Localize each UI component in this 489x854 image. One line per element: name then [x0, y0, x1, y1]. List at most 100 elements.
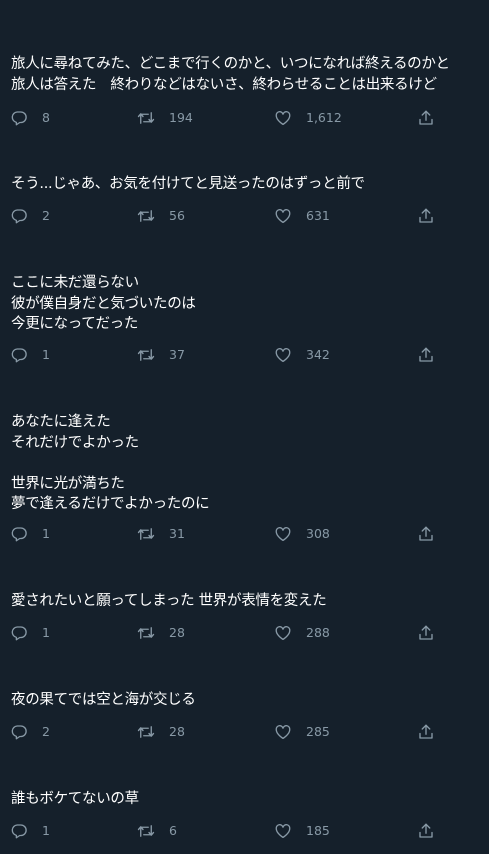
tweet[interactable]: ここに未だ還らない 彼が僕自身だと気づいたのは 今更になってだった 1 37 3… — [0, 273, 489, 373]
reply-button[interactable]: 1 — [10, 345, 50, 365]
tweet-actions: 1 37 342 — [0, 345, 489, 365]
tweet-text-line: それだけでよかった — [11, 434, 139, 451]
reply-icon — [10, 109, 28, 127]
tweet-text-line: 夜の果てでは空と海が交じる — [11, 692, 196, 708]
tweet-text: 愛されたいと願ってしまった 世界が表情を変えた — [11, 591, 485, 612]
reply-count: 1 — [42, 347, 50, 362]
retweet-icon — [137, 822, 155, 840]
retweet-count: 6 — [169, 823, 177, 838]
tweet-text-line: 旅人に尋ねてみた、どこまで行くのかと、いつになれば終えるのかと — [11, 56, 450, 72]
reply-button[interactable]: 1 — [10, 524, 50, 544]
reply-count: 2 — [42, 208, 50, 223]
tweet-text-line: 誰もボケてないの草 — [11, 791, 139, 807]
reply-count: 8 — [42, 110, 50, 125]
reply-count: 1 — [42, 823, 50, 838]
share-button[interactable] — [417, 722, 435, 742]
like-button[interactable]: 308 — [274, 524, 330, 544]
retweet-icon — [137, 346, 155, 364]
like-button[interactable]: 631 — [274, 206, 330, 226]
retweet-icon — [137, 109, 155, 127]
share-icon — [417, 723, 435, 741]
retweet-icon — [137, 207, 155, 225]
share-icon — [417, 822, 435, 840]
tweet-text-line: 愛されたいと願ってしまった 世界が表情を変えた — [11, 593, 327, 609]
like-count: 285 — [306, 724, 330, 739]
like-button[interactable]: 1,612 — [274, 108, 342, 128]
tweet-text: 夜の果てでは空と海が交じる — [11, 690, 485, 711]
like-icon — [274, 723, 292, 741]
retweet-count: 28 — [169, 724, 185, 739]
like-count: 185 — [306, 823, 330, 838]
like-icon — [274, 525, 292, 543]
share-button[interactable] — [417, 206, 435, 226]
like-count: 342 — [306, 347, 330, 362]
like-button[interactable]: 288 — [274, 623, 330, 643]
tweet-text-line: 彼が僕自身だと気づいたのは — [11, 295, 196, 312]
like-button[interactable]: 185 — [274, 821, 330, 841]
tweet-text-line: 今更になってだった — [11, 316, 139, 332]
like-button[interactable]: 342 — [274, 345, 330, 365]
retweet-button[interactable]: 28 — [137, 722, 185, 742]
reply-count: 1 — [42, 526, 50, 541]
share-button[interactable] — [417, 821, 435, 841]
tweet-text-line: あなたに逢えた — [11, 414, 111, 430]
like-count: 1,612 — [306, 110, 342, 125]
share-icon — [417, 624, 435, 642]
like-count: 288 — [306, 625, 330, 640]
share-icon — [417, 525, 435, 543]
retweet-count: 31 — [169, 526, 185, 541]
like-icon — [274, 207, 292, 225]
share-button[interactable] — [417, 108, 435, 128]
retweet-count: 37 — [169, 347, 185, 362]
tweet[interactable]: 誰もボケてないの草 1 6 185 — [0, 789, 489, 849]
share-button[interactable] — [417, 623, 435, 643]
tweet-text: そう...じゃあ、お気を付けてと見送ったのはずっと前で — [11, 174, 485, 195]
tweet-text: 誰もボケてないの草 — [11, 789, 485, 810]
retweet-button[interactable]: 56 — [137, 206, 185, 226]
reply-button[interactable]: 1 — [10, 821, 50, 841]
tweet-text-line: 旅人は答えた 終わりなどはないさ、終わらせることは出来るけど — [11, 76, 437, 93]
tweet-actions: 2 56 631 — [0, 206, 489, 226]
retweet-count: 56 — [169, 208, 185, 223]
tweet[interactable]: 旅人に尋ねてみた、どこまで行くのかと、いつになれば終えるのかと 旅人は答えた 終… — [0, 54, 489, 134]
share-button[interactable] — [417, 524, 435, 544]
like-button[interactable]: 285 — [274, 722, 330, 742]
tweet-actions: 8 194 1,612 — [0, 108, 489, 128]
reply-button[interactable]: 1 — [10, 623, 50, 643]
reply-button[interactable]: 2 — [10, 206, 50, 226]
reply-icon — [10, 822, 28, 840]
reply-icon — [10, 624, 28, 642]
retweet-button[interactable]: 37 — [137, 345, 185, 365]
tweet-text-line: そう...じゃあ、お気を付けてと見送ったのはずっと前で — [11, 176, 365, 192]
tweet-text-line: 世界に光が満ちた — [11, 475, 125, 492]
retweet-button[interactable]: 194 — [137, 108, 193, 128]
reply-icon — [10, 723, 28, 741]
retweet-button[interactable]: 31 — [137, 524, 185, 544]
retweet-button[interactable]: 28 — [137, 623, 185, 643]
tweet[interactable]: 愛されたいと願ってしまった 世界が表情を変えた 1 28 288 — [0, 591, 489, 651]
tweet-actions: 1 31 308 — [0, 524, 489, 544]
reply-button[interactable]: 2 — [10, 722, 50, 742]
share-button[interactable] — [417, 345, 435, 365]
like-count: 631 — [306, 208, 330, 223]
reply-button[interactable]: 8 — [10, 108, 50, 128]
tweet[interactable]: 夜の果てでは空と海が交じる 2 28 285 — [0, 690, 489, 750]
retweet-icon — [137, 525, 155, 543]
tweet-actions: 1 28 288 — [0, 623, 489, 643]
tweet-actions: 1 6 185 — [0, 821, 489, 841]
tweet[interactable]: あなたに逢えた それだけでよかった 世界に光が満ちた 夢で逢えるだけでよかったの… — [0, 412, 489, 552]
like-icon — [274, 109, 292, 127]
share-icon — [417, 207, 435, 225]
tweet-text: ここに未だ還らない 彼が僕自身だと気づいたのは 今更になってだった — [11, 273, 485, 335]
retweet-button[interactable]: 6 — [137, 821, 177, 841]
like-count: 308 — [306, 526, 330, 541]
tweet-text: 旅人に尋ねてみた、どこまで行くのかと、いつになれば終えるのかと 旅人は答えた 終… — [11, 54, 485, 95]
tweet[interactable]: そう...じゃあ、お気を付けてと見送ったのはずっと前で 2 56 631 — [0, 174, 489, 234]
retweet-icon — [137, 624, 155, 642]
retweet-count: 194 — [169, 110, 193, 125]
retweet-count: 28 — [169, 625, 185, 640]
tweet-actions: 2 28 285 — [0, 722, 489, 742]
reply-count: 1 — [42, 625, 50, 640]
like-icon — [274, 346, 292, 364]
reply-icon — [10, 207, 28, 225]
